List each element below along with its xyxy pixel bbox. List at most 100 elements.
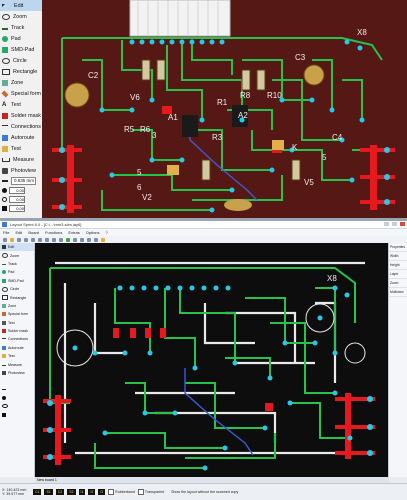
btool-special-form[interactable]: Special form [0, 310, 34, 318]
tool-text[interactable]: A Text [0, 99, 42, 110]
bottom-pcb-canvas[interactable]: X8 [35, 243, 388, 477]
tool-track[interactable]: Track [0, 22, 42, 33]
copy-icon[interactable] [38, 237, 42, 242]
new-file-icon[interactable] [3, 237, 7, 242]
grid-row-3[interactable]: 0.00 [0, 204, 42, 213]
btool-test[interactable]: Test [0, 352, 34, 360]
btool-pad-size[interactable] [0, 394, 34, 402]
label-6: 6 [137, 183, 142, 192]
label-r5: R5 [124, 125, 135, 134]
panel-layer[interactable]: Layer [389, 270, 407, 279]
tool-circle[interactable]: Circle [0, 55, 42, 66]
menu-bar: File Edit Board Functions Extras Options… [0, 229, 407, 236]
layer-i1[interactable]: I1 [78, 489, 86, 495]
tool-autoroute[interactable]: Autoroute [0, 132, 42, 143]
properties-panel: Properties Width Height Layer Zoom Multi… [388, 243, 407, 477]
tool-zoom[interactable]: Zoom [0, 11, 42, 22]
cut-icon[interactable] [31, 237, 35, 242]
open-folder-icon[interactable] [10, 237, 14, 242]
zoom-in-icon[interactable] [73, 237, 77, 242]
label-5b: 5 [322, 153, 327, 162]
status-hint: Show the layout without the scanned copy [171, 490, 239, 494]
tool-photoview[interactable]: Photoview [0, 165, 42, 176]
menu-options[interactable]: Options [86, 229, 100, 236]
panel-width[interactable]: Width [389, 252, 407, 261]
layer-s2[interactable]: S2 [67, 489, 76, 495]
rotate-icon[interactable] [87, 237, 91, 242]
mirror-icon[interactable] [94, 237, 98, 242]
btool-track[interactable]: Track [0, 260, 34, 268]
track-width-field[interactable]: 0.635 mm [0, 176, 42, 186]
track-icon [2, 262, 6, 266]
rectangle-icon [2, 295, 8, 301]
grid-row-1[interactable]: 0.00 [0, 186, 42, 195]
label-5: 5 [137, 168, 142, 177]
tool-smd-pad[interactable]: SMD-Pad [0, 44, 42, 55]
maximize-icon[interactable] [392, 222, 397, 226]
menu-functions[interactable]: Functions [45, 229, 62, 236]
btool-solder-mask[interactable]: Solder mask [0, 327, 34, 335]
btool-edit[interactable]: Edit [0, 243, 34, 252]
grid-icon[interactable] [66, 237, 70, 242]
label-v2: V2 [142, 193, 152, 202]
btool-square-pad[interactable] [0, 410, 34, 418]
paste-icon[interactable] [45, 237, 49, 242]
btool-circle[interactable]: Circle [0, 285, 34, 293]
bottom-layout-window: Layout Sprint 6.0 - [C:\...\mm3-slim.lay… [0, 221, 407, 500]
btool-pad[interactable]: Pad [0, 268, 34, 276]
minimize-icon[interactable] [384, 222, 389, 226]
cursor-coordinates: X: 140.423 mm Y: 39.577 mm [2, 488, 30, 497]
panel-height[interactable]: Height [389, 261, 407, 270]
tool-pad[interactable]: Pad [0, 33, 42, 44]
btool-width[interactable] [0, 385, 34, 393]
tool-test[interactable]: Test [0, 143, 42, 154]
magnifier-icon [2, 13, 10, 20]
layer-c1[interactable]: C1 [33, 489, 42, 495]
tool-measure[interactable]: Measure [0, 154, 42, 165]
zone-icon [2, 303, 6, 308]
close-icon[interactable] [400, 222, 405, 226]
print-icon[interactable] [24, 237, 28, 242]
btool-zone[interactable]: Zone [0, 302, 34, 310]
tool-edit[interactable]: Edit [0, 0, 42, 11]
btool-measure[interactable]: Measure [0, 360, 34, 368]
btool-drill[interactable] [0, 402, 34, 410]
grid-row-2[interactable]: 0.00 [0, 195, 42, 204]
tool-special-form[interactable]: Special form [0, 88, 42, 99]
btool-autoroute[interactable]: Autoroute [0, 344, 34, 352]
btool-photoview[interactable]: Photoview [0, 369, 34, 377]
layer-o[interactable]: O [98, 489, 106, 495]
tool-solder-mask[interactable]: Solder mask [0, 110, 42, 121]
square-pad-icon [2, 206, 7, 211]
board-tab[interactable]: New board 1 [37, 478, 57, 482]
menu-board[interactable]: Board [28, 229, 39, 236]
menu-extras[interactable]: Extras [68, 229, 79, 236]
top-pcb-canvas[interactable]: C2 C3 C4 X8 R5 R6 R8 R10 V6 V5 V2 A1 A2 … [42, 0, 407, 218]
layer-c2[interactable]: C2 [55, 489, 65, 495]
tool-rectangle[interactable]: Rectangle [0, 66, 42, 77]
panel-multiview[interactable]: Multiview [389, 288, 407, 297]
menu-file[interactable]: File [3, 229, 9, 236]
transparent-checkbox[interactable]: Transparent [137, 489, 164, 495]
undo-icon[interactable] [52, 237, 56, 242]
arrow-cursor-icon [2, 4, 11, 7]
menu-edit[interactable]: Edit [15, 229, 22, 236]
redo-icon[interactable] [59, 237, 63, 242]
btool-connections[interactable]: Connections [0, 335, 34, 343]
tool-zone[interactable]: Zone [0, 77, 42, 88]
pad-size-icon [2, 188, 7, 193]
rubberband-checkbox[interactable]: Rubberband [108, 489, 135, 495]
tool-connections[interactable]: Connections [0, 121, 42, 132]
btool-zoom[interactable]: Zoom [0, 251, 34, 259]
scan-icon[interactable] [101, 237, 105, 242]
btool-rectangle[interactable]: Rectangle [0, 293, 34, 301]
btool-smd-pad[interactable]: SMD-Pad [0, 277, 34, 285]
save-icon[interactable] [17, 237, 21, 242]
menu-help[interactable]: ? [106, 229, 108, 236]
zoom-out-icon[interactable] [80, 237, 84, 242]
layer-i2[interactable]: I2 [88, 489, 96, 495]
btool-text[interactable]: Text [0, 319, 34, 327]
panel-zoom[interactable]: Zoom [389, 279, 407, 288]
circle-icon [2, 57, 10, 64]
layer-s1[interactable]: S1 [44, 489, 53, 495]
